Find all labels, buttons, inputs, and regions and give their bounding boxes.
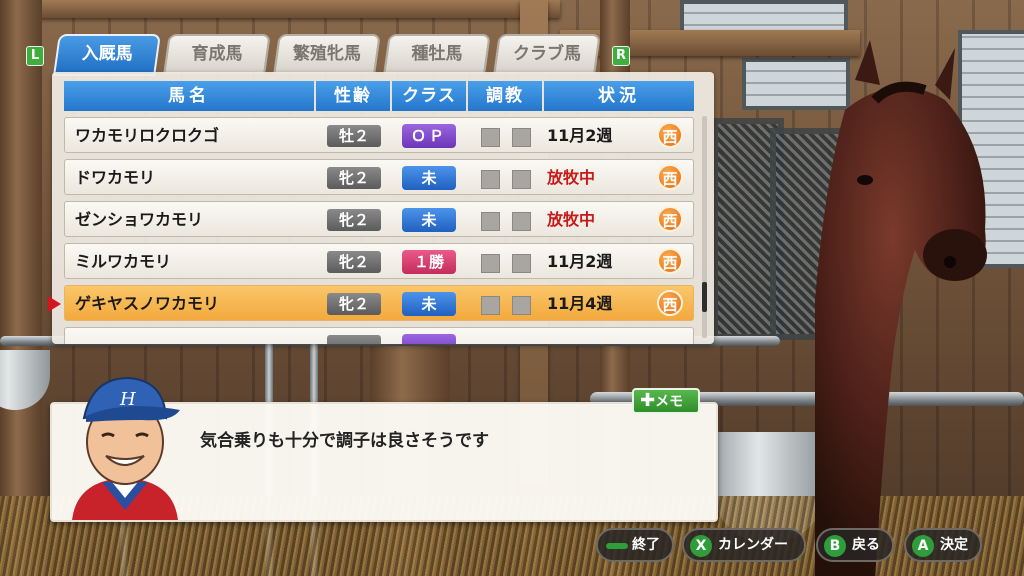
status-text: 11月4週 [547, 294, 613, 313]
a-button-icon: A [912, 535, 934, 557]
plus-icon: ✚ [640, 390, 656, 411]
tab-hanshoku[interactable]: 繁殖牝馬 [273, 34, 381, 74]
sex-age-badge [327, 335, 381, 344]
table-row[interactable]: ドワカモリ 牝２ 未 放牧中 西 [64, 159, 694, 195]
sex-age-badge: 牝２ [327, 167, 381, 189]
column-header-name: 馬名 [64, 81, 314, 111]
minus-button-icon [606, 543, 628, 549]
tab-label: 育成馬 [191, 44, 243, 64]
class-badge [402, 334, 456, 344]
horse-name: ゼンショワカモリ [75, 210, 204, 229]
status-text: 11月2週 [547, 126, 613, 145]
memo-label: メモ [655, 394, 684, 410]
training-checkbox[interactable] [481, 170, 500, 189]
training-checkbox[interactable] [512, 170, 531, 189]
sex-age-badge: 牝２ [327, 293, 381, 315]
class-badge: 未 [402, 208, 456, 232]
l-shoulder-icon[interactable]: L [26, 46, 44, 66]
region-badge: 西 [657, 206, 683, 232]
end-button-label: 終了 [632, 537, 660, 553]
horse-name: ワカモリロクロクゴ [75, 126, 220, 145]
selection-cursor-icon [48, 296, 61, 312]
class-badge: １勝 [402, 250, 456, 274]
confirm-button[interactable]: A 決定 [904, 528, 982, 562]
list-scrollbar-thumb[interactable] [702, 282, 707, 312]
sex-age-badge: 牝２ [327, 251, 381, 273]
region-badge: 西 [657, 122, 683, 148]
training-checkbox[interactable] [512, 296, 531, 315]
horse-name: ゲキヤスノワカモリ [75, 294, 220, 313]
tab-label: 種牡馬 [411, 44, 463, 64]
table-row[interactable]: ミルワカモリ 牝２ １勝 11月2週 西 [64, 243, 694, 279]
class-badge: 未 [402, 292, 456, 316]
column-header-class: クラス [392, 81, 466, 111]
calendar-button-label: カレンダー [718, 537, 788, 553]
memo-button[interactable]: ✚メモ [632, 388, 700, 414]
training-checkbox[interactable] [512, 254, 531, 273]
confirm-button-label: 決定 [940, 537, 968, 553]
table-row[interactable]: ゼンショワカモリ 牝２ 未 放牧中 西 [64, 201, 694, 237]
training-checkbox[interactable] [481, 128, 500, 147]
tab-shubo[interactable]: 種牡馬 [383, 34, 491, 74]
tab-label: クラブ馬 [513, 44, 581, 64]
horse-image [815, 40, 987, 576]
tab-ikusei[interactable]: 育成馬 [163, 34, 271, 74]
calendar-button[interactable]: X カレンダー [682, 528, 806, 562]
class-badge: 未 [402, 166, 456, 190]
r-shoulder-icon[interactable]: R [612, 46, 630, 66]
class-badge: ＯＰ [402, 124, 456, 148]
training-checkbox[interactable] [512, 128, 531, 147]
region-badge: 西 [657, 290, 683, 316]
back-button-label: 戻る [852, 537, 880, 553]
training-checkbox[interactable] [512, 212, 531, 231]
table-row-partial[interactable] [64, 327, 694, 344]
b-button-icon: B [824, 535, 846, 557]
horse-name: ドワカモリ [75, 168, 156, 187]
x-button-icon: X [690, 535, 712, 557]
back-button[interactable]: B 戻る [816, 528, 894, 562]
column-header-training: 調教 [468, 81, 542, 111]
status-text: 11月2週 [547, 252, 613, 271]
status-text: 放牧中 [547, 168, 596, 187]
table-row-selected[interactable]: ゲキヤスノワカモリ 牝２ 未 11月4週 西 [64, 285, 694, 321]
column-header-sex-age: 性齢 [316, 81, 390, 111]
svg-text:H: H [119, 389, 136, 410]
trainer-avatar: H [72, 376, 180, 520]
message-text: 気合乗りも十分で調子は良さそうです [200, 431, 489, 451]
horse-name: ミルワカモリ [75, 252, 172, 271]
end-button[interactable]: 終了 [596, 528, 674, 562]
horse-list-panel: 馬名 性齢 クラス 調教 状況 ワカモリロクロクゴ 牡２ ＯＰ 11月2週 西 … [52, 72, 714, 344]
category-tabs: L 入厩馬 育成馬 繁殖牝馬 種牡馬 クラブ馬 R [0, 34, 1024, 76]
tab-label: 繁殖牝馬 [293, 44, 361, 64]
status-text: 放牧中 [547, 210, 596, 229]
region-badge: 西 [657, 248, 683, 274]
column-header-status: 状況 [544, 81, 694, 111]
training-checkbox[interactable] [481, 254, 500, 273]
sex-age-badge: 牡２ [327, 125, 381, 147]
sex-age-badge: 牝２ [327, 209, 381, 231]
tab-label: 入厩馬 [81, 44, 133, 64]
training-checkbox[interactable] [481, 212, 500, 231]
training-checkbox[interactable] [481, 296, 500, 315]
region-badge: 西 [657, 164, 683, 190]
table-row[interactable]: ワカモリロクロクゴ 牡２ ＯＰ 11月2週 西 [64, 117, 694, 153]
tab-nyukyu[interactable]: 入厩馬 [53, 34, 161, 76]
tab-club[interactable]: クラブ馬 [493, 34, 601, 74]
